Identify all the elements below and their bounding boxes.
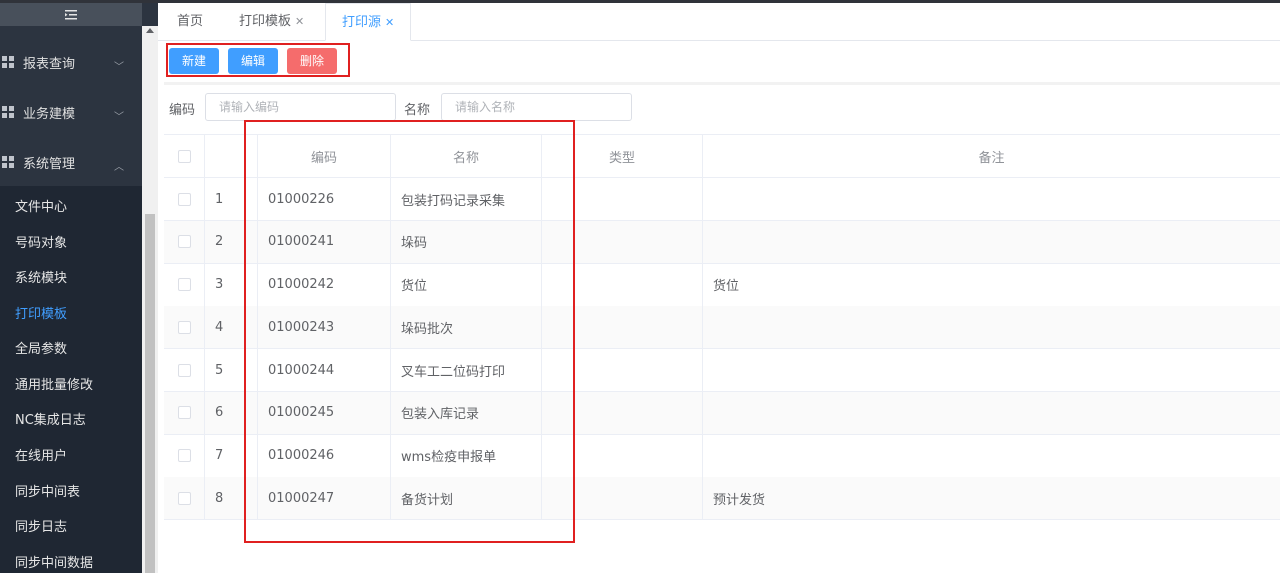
row-checkbox[interactable] bbox=[164, 391, 205, 434]
checkbox[interactable] bbox=[177, 449, 191, 462]
cell-remark bbox=[703, 306, 1280, 348]
cell-remark bbox=[703, 178, 1280, 220]
sidebar-scrollbar[interactable] bbox=[142, 26, 158, 573]
scrollbar-thumb[interactable] bbox=[145, 214, 155, 573]
new-button[interactable]: 新建 bbox=[169, 48, 219, 74]
sidebar-item-system-module[interactable]: 系统模块 bbox=[15, 267, 67, 286]
menu-group-label: 业务建模 bbox=[23, 106, 76, 122]
sidebar-item-sync-data[interactable]: 同步中间数据 bbox=[15, 552, 93, 571]
menu-group-business-modeling[interactable]: 业务建模 ﹀ bbox=[0, 87, 142, 137]
cell-remark bbox=[703, 349, 1280, 391]
checkbox[interactable] bbox=[177, 406, 191, 420]
checkbox[interactable] bbox=[177, 363, 191, 377]
sidebar-item-sync-table[interactable]: 同步中间表 bbox=[15, 481, 80, 500]
top-bar-line bbox=[0, 0, 1280, 3]
menu-group-reports[interactable]: 报表查询 ﹀ bbox=[0, 37, 142, 87]
name-filter-input[interactable]: 请输入名称 bbox=[441, 93, 632, 121]
grid-icon bbox=[2, 156, 14, 168]
row-checkbox[interactable] bbox=[164, 349, 205, 391]
header-remark[interactable]: 备注 bbox=[703, 135, 1280, 177]
sidebar-item-file-center[interactable]: 文件中心 bbox=[15, 196, 67, 215]
checkbox[interactable] bbox=[177, 320, 191, 334]
delete-button[interactable]: 删除 bbox=[287, 48, 337, 74]
row-checkbox[interactable] bbox=[164, 178, 205, 220]
code-filter-label: 编码 bbox=[169, 103, 196, 118]
sidebar-item-number-object[interactable]: 号码对象 bbox=[15, 232, 67, 251]
sidebar-item-nc-log[interactable]: NC集成日志 bbox=[15, 409, 86, 428]
sidebar-item-online-users[interactable]: 在线用户 bbox=[15, 445, 67, 464]
menu-group-label: 系统管理 bbox=[23, 156, 76, 172]
sidebar-item-print-template[interactable]: 打印模板 bbox=[15, 303, 67, 322]
divider bbox=[164, 82, 1280, 85]
cell-remark: 预计发货 bbox=[713, 492, 766, 508]
sidebar-item-global-params[interactable]: 全局参数 bbox=[15, 338, 67, 357]
scroll-up-arrow-icon[interactable] bbox=[146, 28, 154, 33]
cell-remark bbox=[703, 392, 1280, 434]
menu-fold-icon[interactable] bbox=[0, 3, 142, 26]
code-filter-input[interactable]: 请输入编码 bbox=[205, 93, 396, 121]
row-checkbox[interactable] bbox=[164, 477, 205, 520]
submenu-system-management: 文件中心 号码对象 系统模块 打印模板 全局参数 通用批量修改 NC集成日志 在… bbox=[0, 186, 142, 573]
grid-icon bbox=[2, 106, 14, 118]
sidebar: 报表查询 ﹀ 业务建模 ﹀ 系统管理 ︿ 文件中心 号码对象 系统模块 打印模板… bbox=[0, 0, 158, 573]
sidebar-item-sync-log[interactable]: 同步日志 bbox=[15, 516, 67, 535]
tab-label: 打印源 bbox=[342, 15, 382, 30]
chevron-down-icon: ﹀ bbox=[114, 62, 124, 73]
close-icon[interactable]: ✕ bbox=[295, 15, 304, 28]
checkbox[interactable] bbox=[177, 192, 191, 206]
row-checkbox[interactable] bbox=[164, 306, 205, 349]
edit-button[interactable]: 编辑 bbox=[228, 48, 278, 74]
checkbox[interactable] bbox=[177, 149, 191, 163]
grid-icon bbox=[2, 56, 14, 68]
checkbox[interactable] bbox=[177, 278, 191, 291]
name-filter-label: 名称 bbox=[404, 103, 431, 118]
menu-group-system-management[interactable]: 系统管理 ︿ bbox=[0, 137, 142, 187]
tab-label: 打印模板 bbox=[239, 14, 292, 29]
sidebar-item-batch-modify[interactable]: 通用批量修改 bbox=[15, 374, 93, 393]
tab-label: 首页 bbox=[177, 14, 204, 29]
chevron-down-icon: ﹀ bbox=[114, 112, 124, 123]
tab-home[interactable]: 首页 bbox=[161, 3, 219, 40]
tab-bar: 首页 打印模板 ✕ 打印源 ✕ bbox=[158, 3, 1280, 41]
header-select-all[interactable] bbox=[164, 135, 205, 177]
checkbox[interactable] bbox=[177, 491, 191, 505]
row-checkbox[interactable] bbox=[164, 220, 205, 263]
cell-remark bbox=[703, 435, 1280, 477]
row-checkbox[interactable] bbox=[164, 434, 205, 477]
tab-print-template[interactable]: 打印模板 ✕ bbox=[223, 3, 320, 40]
menu-group-label: 报表查询 bbox=[23, 56, 76, 72]
checkbox[interactable] bbox=[177, 235, 191, 249]
row-checkbox[interactable] bbox=[164, 263, 205, 306]
tab-print-source[interactable]: 打印源 ✕ bbox=[325, 3, 412, 41]
cell-remark bbox=[703, 221, 1280, 263]
close-icon[interactable]: ✕ bbox=[385, 16, 394, 29]
code-name-highlight-box bbox=[244, 120, 575, 543]
chevron-up-icon: ︿ bbox=[114, 162, 124, 173]
cell-remark: 货位 bbox=[713, 279, 740, 294]
